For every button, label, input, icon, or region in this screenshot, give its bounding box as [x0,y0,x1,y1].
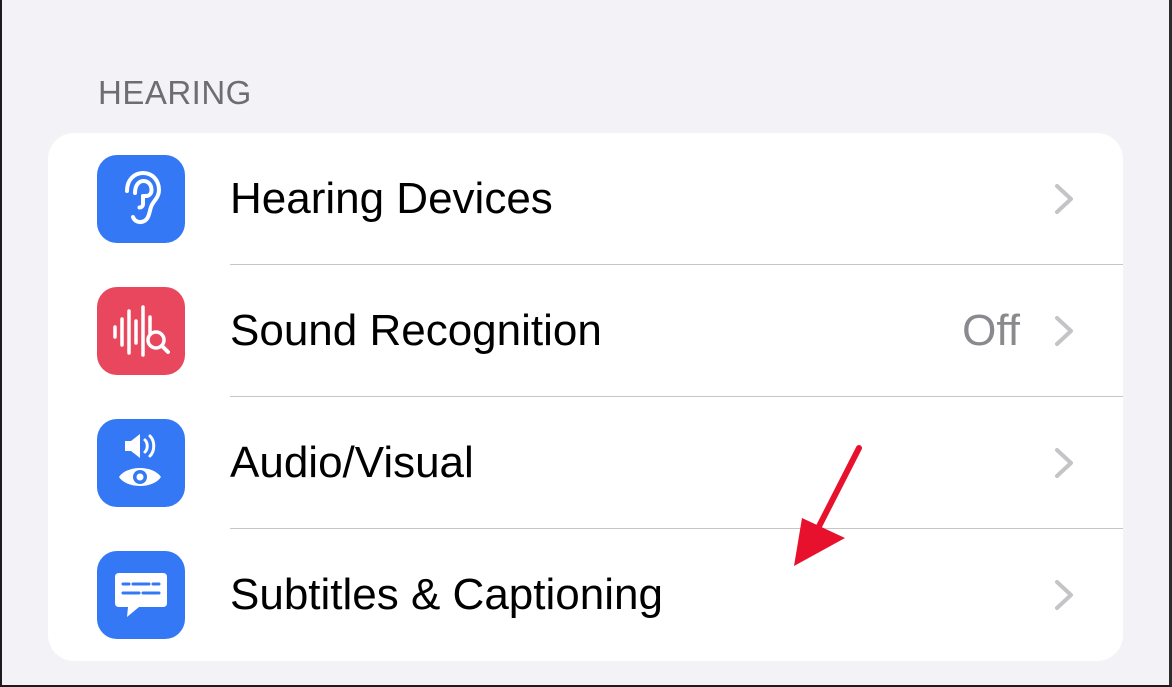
sound-recognition-row[interactable]: Sound Recognition Off [48,265,1123,397]
section-header-hearing: HEARING [98,74,252,111]
chevron-right-icon [1055,580,1073,610]
ear-icon [97,155,185,243]
captions-bubble-icon [97,551,185,639]
hearing-devices-row[interactable]: Hearing Devices [48,133,1123,265]
chevron-right-icon [1055,316,1073,346]
annotation-arrow-icon [794,445,862,566]
audio-visual-label: Audio/Visual [230,438,474,487]
subtitles-captioning-row[interactable]: Subtitles & Captioning [48,529,1123,661]
sound-recognition-status: Off [962,306,1020,355]
audio-visual-row[interactable]: Audio/Visual [48,397,1123,529]
chevron-right-icon [1055,184,1073,214]
sound-recognition-label: Sound Recognition [230,306,602,355]
speaker-eye-icon [97,419,185,507]
subtitles-captioning-label: Subtitles & Captioning [230,570,663,619]
hearing-settings-group: Hearing Devices Sound Recognition Off Au… [48,133,1123,661]
sound-recognition-icon [97,287,185,375]
chevron-right-icon [1055,448,1073,478]
hearing-devices-label: Hearing Devices [230,174,553,223]
